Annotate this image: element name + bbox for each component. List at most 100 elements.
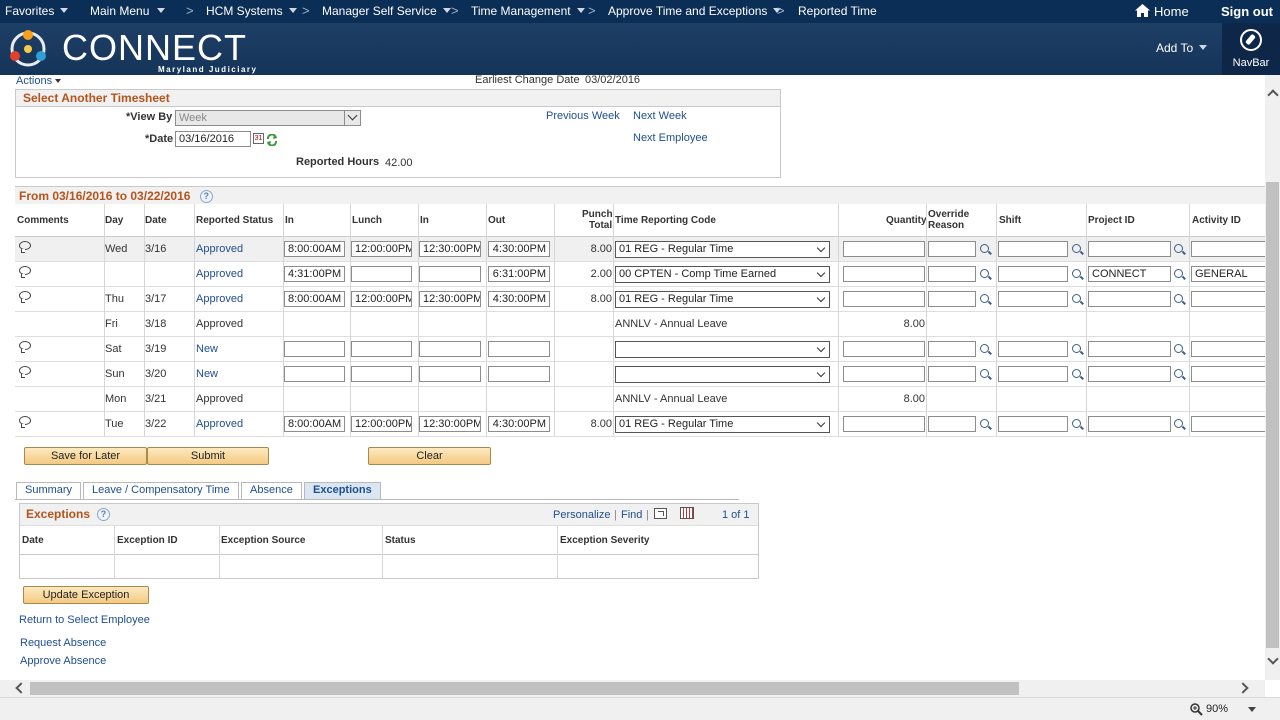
shift-input[interactable] — [998, 416, 1068, 432]
time-reporting-code-select[interactable]: 00 CPTEN - Comp Time Earned — [615, 266, 830, 283]
in-time-input[interactable]: 8:00:00AM — [284, 241, 345, 257]
override-reason-input[interactable] — [928, 241, 976, 257]
lunch-time-input[interactable]: 12:00:00PM — [351, 416, 412, 432]
view-by-select[interactable]: Week — [175, 110, 361, 126]
cell-reported-status[interactable]: Approved — [196, 268, 243, 280]
lunch-time-input[interactable] — [351, 341, 412, 357]
override-reason-input[interactable] — [928, 366, 976, 382]
lookup-icon[interactable] — [1174, 344, 1183, 353]
save-for-later-button[interactable]: Save for Later — [24, 447, 147, 465]
activity-id-input[interactable] — [1191, 341, 1271, 357]
in-time-input[interactable]: 8:00:00AM — [284, 291, 345, 307]
lunch-time-input[interactable] — [351, 266, 412, 282]
override-reason-input[interactable] — [928, 291, 976, 307]
lookup-icon[interactable] — [1072, 244, 1081, 253]
shift-input[interactable] — [998, 341, 1068, 357]
project-id-input[interactable]: CONNECT — [1088, 266, 1171, 282]
download-spreadsheet-icon[interactable] — [680, 507, 694, 519]
comment-icon[interactable] — [19, 366, 31, 378]
lookup-icon[interactable] — [980, 294, 989, 303]
tab-exceptions[interactable]: Exceptions — [304, 482, 381, 500]
date-input[interactable]: 03/16/2016 — [175, 131, 251, 147]
chevron-down-icon[interactable] — [1248, 707, 1256, 712]
lookup-icon[interactable] — [1174, 369, 1183, 378]
lunch-time-input[interactable]: 12:00:00PM — [351, 241, 412, 257]
override-reason-input[interactable] — [928, 341, 976, 357]
previous-week-link[interactable]: Previous Week — [546, 110, 620, 122]
project-id-input[interactable] — [1088, 341, 1171, 357]
actions-menu[interactable]: Actions — [16, 75, 62, 87]
in-time-input[interactable] — [284, 366, 345, 382]
clear-button[interactable]: Clear — [368, 447, 491, 465]
tab-summary[interactable]: Summary — [16, 482, 82, 499]
activity-id-input[interactable] — [1191, 366, 1271, 382]
override-reason-input[interactable] — [928, 416, 976, 432]
in-2-time-input[interactable] — [419, 266, 481, 282]
out-time-input[interactable]: 4:30:00PM — [488, 241, 550, 257]
lookup-icon[interactable] — [1174, 294, 1183, 303]
out-time-input[interactable] — [488, 341, 550, 357]
lookup-icon[interactable] — [1072, 419, 1081, 428]
quantity-input[interactable] — [843, 416, 925, 432]
project-id-input[interactable] — [1088, 366, 1171, 382]
activity-id-input[interactable] — [1191, 291, 1271, 307]
comment-icon[interactable] — [19, 266, 31, 278]
calendar-icon[interactable]: 31 — [253, 133, 264, 144]
breadcrumb-manager-self-service[interactable]: Manager Self Service — [322, 4, 451, 18]
time-reporting-code-select[interactable] — [615, 341, 830, 358]
comment-icon[interactable] — [19, 341, 31, 353]
in-time-input[interactable]: 4:31:00PM — [284, 266, 345, 282]
breadcrumb-hcm-systems[interactable]: HCM Systems — [206, 4, 297, 18]
lunch-time-input[interactable] — [351, 366, 412, 382]
in-time-input[interactable] — [284, 341, 345, 357]
out-time-input[interactable]: 6:31:00PM — [488, 266, 550, 282]
cell-reported-status[interactable]: Approved — [196, 243, 243, 255]
quantity-input[interactable] — [843, 241, 925, 257]
project-id-input[interactable] — [1088, 416, 1171, 432]
update-exception-button[interactable]: Update Exception — [23, 586, 149, 604]
zoom-level[interactable]: 90% — [1206, 703, 1228, 715]
time-reporting-code-select[interactable]: 01 REG - Regular Time — [615, 291, 830, 308]
time-reporting-code-select[interactable]: 01 REG - Regular Time — [615, 416, 830, 433]
favorites-menu[interactable]: Favorites — [5, 4, 69, 18]
comment-icon[interactable] — [19, 416, 31, 428]
help-icon[interactable]: ? — [97, 508, 110, 521]
next-employee-link[interactable]: Next Employee — [633, 132, 708, 144]
project-id-input[interactable] — [1088, 241, 1171, 257]
view-all-icon[interactable] — [654, 508, 667, 519]
zoom-icon[interactable] — [1190, 703, 1203, 716]
shift-input[interactable] — [998, 366, 1068, 382]
lunch-time-input[interactable]: 12:00:00PM — [351, 291, 412, 307]
override-reason-input[interactable] — [928, 266, 976, 282]
lookup-icon[interactable] — [980, 344, 989, 353]
personalize-link[interactable]: Personalize — [553, 509, 610, 521]
comment-icon[interactable] — [19, 241, 31, 253]
lookup-icon[interactable] — [1174, 419, 1183, 428]
tab-absence[interactable]: Absence — [241, 482, 302, 499]
activity-id-input[interactable]: GENERAL — [1191, 266, 1271, 282]
lookup-icon[interactable] — [980, 369, 989, 378]
breadcrumb-approve-time[interactable]: Approve Time and Exceptions — [608, 4, 782, 18]
tab-leave-compensatory-time[interactable]: Leave / Compensatory Time — [83, 482, 239, 499]
out-time-input[interactable]: 4:30:00PM — [488, 416, 550, 432]
shift-input[interactable] — [998, 241, 1068, 257]
in-2-time-input[interactable] — [419, 341, 481, 357]
shift-input[interactable] — [998, 266, 1068, 282]
in-2-time-input[interactable]: 12:30:00PM — [419, 291, 481, 307]
submit-button[interactable]: Submit — [147, 447, 269, 465]
lookup-icon[interactable] — [1072, 344, 1081, 353]
activity-id-input[interactable] — [1191, 241, 1271, 257]
quantity-input[interactable] — [843, 341, 925, 357]
horizontal-scrollbar-thumb[interactable] — [30, 682, 1019, 695]
shift-input[interactable] — [998, 291, 1068, 307]
lookup-icon[interactable] — [1072, 269, 1081, 278]
in-2-time-input[interactable] — [419, 366, 481, 382]
quantity-input[interactable] — [843, 291, 925, 307]
vertical-scrollbar-thumb[interactable] — [1266, 182, 1279, 648]
approve-absence-link[interactable]: Approve Absence — [20, 655, 106, 667]
home-link[interactable]: Home — [1135, 4, 1189, 19]
lookup-icon[interactable] — [1072, 294, 1081, 303]
lookup-icon[interactable] — [1072, 369, 1081, 378]
add-to-menu[interactable]: Add To — [1156, 41, 1208, 55]
out-time-input[interactable] — [488, 366, 550, 382]
